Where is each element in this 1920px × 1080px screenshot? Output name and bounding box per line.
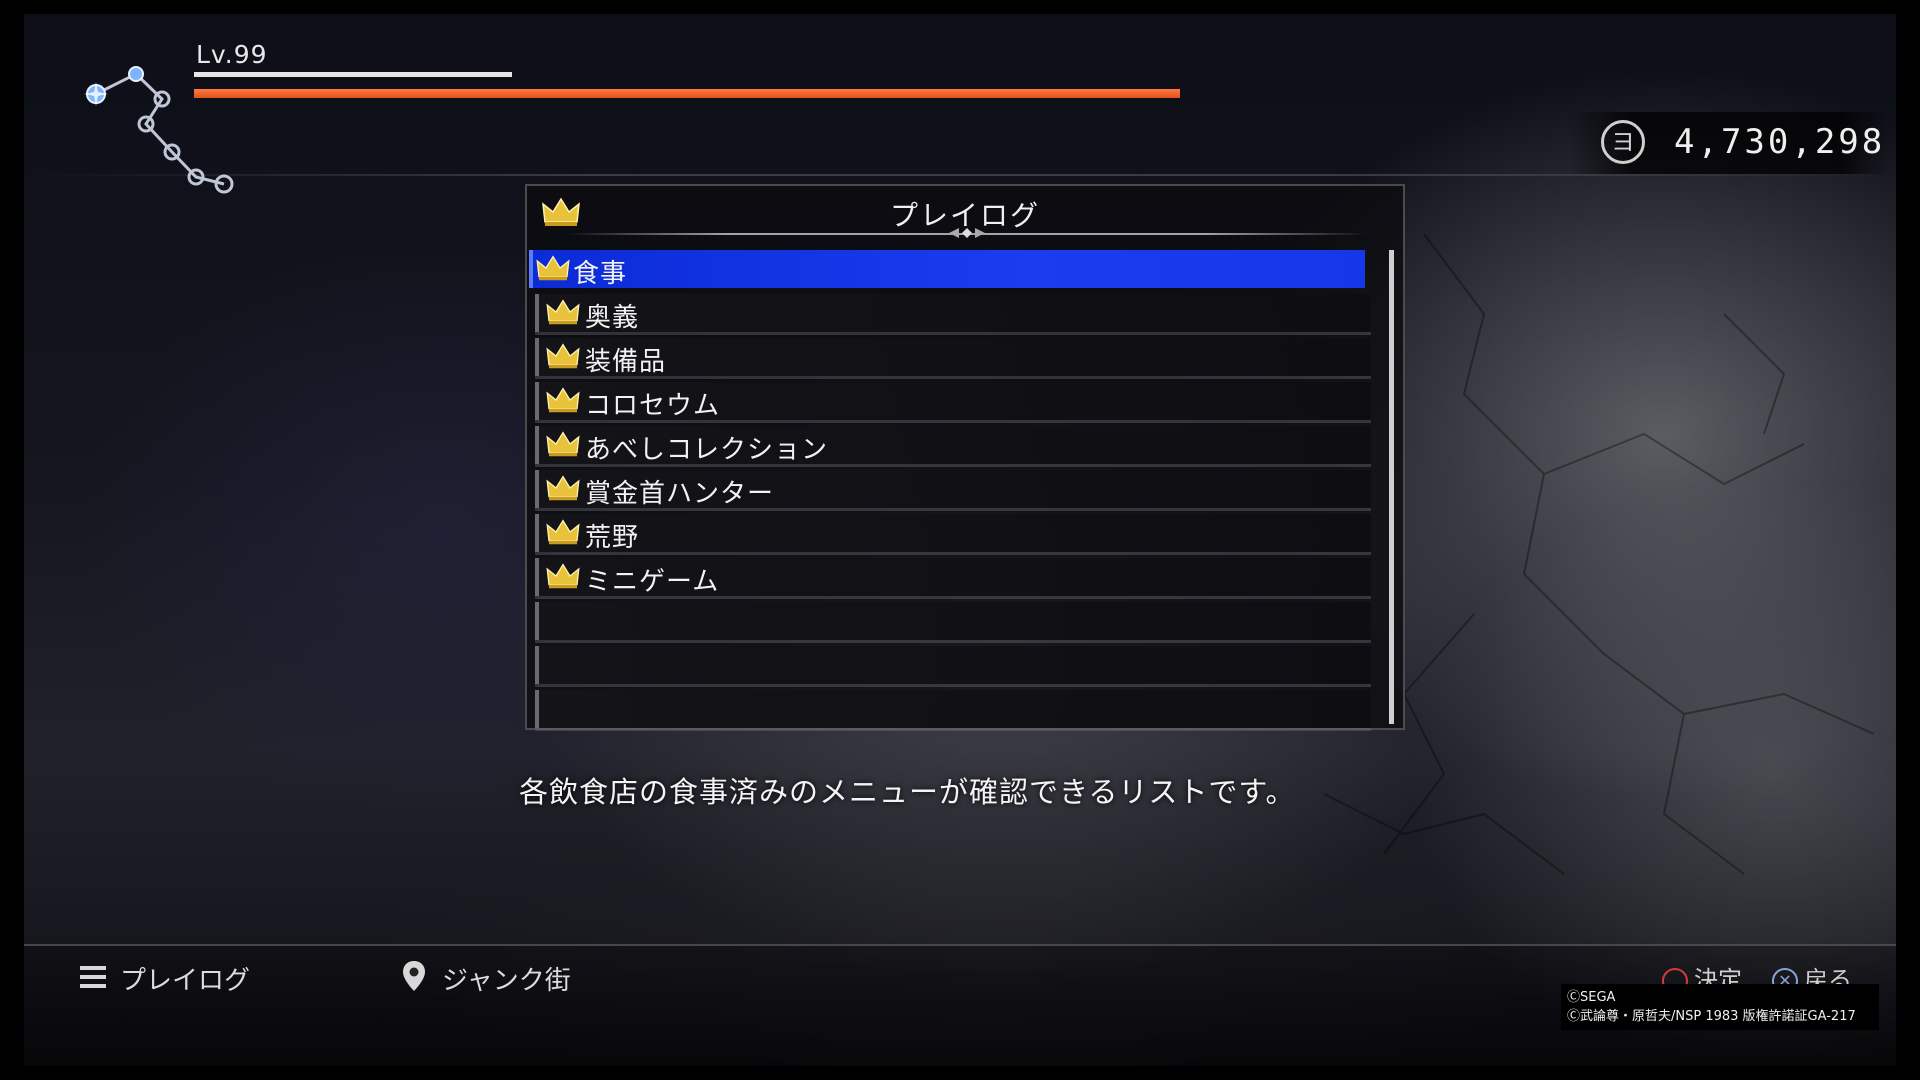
crown-icon bbox=[545, 562, 581, 590]
hp-bar bbox=[194, 89, 1180, 98]
list-item-label: 装備品 bbox=[585, 347, 667, 377]
list-item-selected[interactable]: 食事 bbox=[529, 250, 1365, 289]
confirm-hint[interactable]: 決定 bbox=[1662, 960, 1742, 984]
list-item[interactable]: 荒野 bbox=[535, 514, 1371, 553]
hp-bar-fill bbox=[194, 89, 1180, 98]
crown-icon bbox=[545, 474, 581, 502]
crown-icon bbox=[545, 386, 581, 414]
list-item[interactable]: 奥義 bbox=[535, 294, 1371, 333]
list-item[interactable]: コロセウム bbox=[535, 382, 1371, 421]
crown-icon bbox=[545, 342, 581, 370]
back-hint[interactable]: ✕ 戻る bbox=[1772, 960, 1852, 984]
copyright-line-1: ⒸSEGA bbox=[1567, 990, 1616, 1005]
menu-icon bbox=[80, 966, 106, 988]
list-item-label: 食事 bbox=[573, 259, 628, 289]
list-item-label: ミニゲーム bbox=[585, 567, 720, 597]
copyright-notice: ⒸSEGA Ⓒ武論尊・原哲夫/NSP 1983 版権許諾証GA-217 bbox=[1561, 984, 1879, 1030]
list-item[interactable] bbox=[535, 602, 1371, 640]
list-item[interactable]: あべしコレクション bbox=[535, 426, 1371, 465]
level-progress-bar bbox=[194, 72, 512, 77]
current-location-label: ジャンク街 bbox=[442, 966, 571, 996]
location-pin-icon bbox=[403, 961, 425, 991]
hud-divider bbox=[24, 174, 1896, 176]
playlog-list: 食事奥義装備品コロセウムあべしコレクション 賞金首ハンター 荒野ミニゲーム bbox=[529, 250, 1371, 734]
level-indicator: Lv.99 bbox=[196, 40, 268, 69]
list-item-label: あべしコレクション bbox=[585, 435, 829, 465]
current-menu-label: プレイログ bbox=[120, 966, 251, 996]
game-screen: Lv.99 ヨ 4,730,298 プレイログ 食事 奥義 装備品 コロセウム … bbox=[0, 0, 1920, 1080]
cross-button-icon: ✕ bbox=[1772, 968, 1798, 984]
money-value: 4,730,298 bbox=[1674, 122, 1886, 162]
list-item-label: 荒野 bbox=[585, 523, 640, 553]
crown-icon bbox=[545, 518, 581, 546]
list-scrollbar[interactable] bbox=[1389, 250, 1394, 724]
list-item[interactable]: ミニゲーム bbox=[535, 558, 1371, 597]
list-item-label: コロセウム bbox=[585, 391, 721, 421]
list-item[interactable] bbox=[535, 690, 1371, 728]
crown-icon bbox=[545, 430, 581, 458]
crown-icon bbox=[535, 254, 571, 282]
crown-icon bbox=[545, 298, 581, 326]
level-progress-fill bbox=[194, 72, 512, 77]
circle-button-icon bbox=[1662, 968, 1688, 984]
money-display: ヨ 4,730,298 bbox=[1569, 112, 1889, 174]
back-hint-label: 戻る bbox=[1804, 966, 1852, 984]
game-viewport: Lv.99 ヨ 4,730,298 プレイログ 食事 奥義 装備品 コロセウム … bbox=[24, 14, 1896, 1066]
copyright-line-2: Ⓒ武論尊・原哲夫/NSP 1983 版権許諾証GA-217 bbox=[1567, 1009, 1856, 1024]
playlog-panel: プレイログ 食事奥義装備品コロセウムあべしコレクション 賞金首ハンター 荒野ミニゲー… bbox=[525, 184, 1405, 730]
list-item[interactable]: 賞金首ハンター bbox=[535, 470, 1371, 509]
currency-icon: ヨ bbox=[1601, 120, 1645, 164]
item-description: 各飲食店の食事済みのメニューが確認できるリストです。 bbox=[519, 775, 1296, 809]
ornament-icon bbox=[949, 228, 985, 238]
list-item[interactable]: 装備品 bbox=[535, 338, 1371, 377]
panel-header: プレイログ bbox=[527, 186, 1403, 240]
confirm-hint-label: 決定 bbox=[1694, 966, 1742, 984]
button-hints: 決定 ✕ 戻る bbox=[1654, 954, 1884, 984]
list-item[interactable] bbox=[535, 646, 1371, 684]
list-item-label: 奥義 bbox=[585, 303, 640, 333]
list-item-label: 賞金首ハンター bbox=[585, 479, 775, 509]
